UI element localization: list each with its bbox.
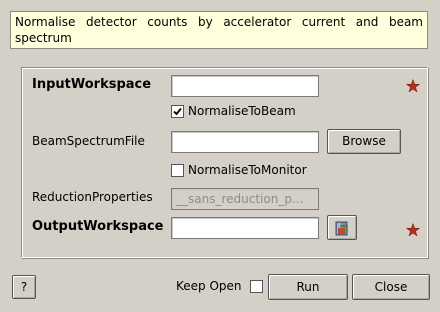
output-workspace-label: OutputWorkspace	[32, 219, 164, 234]
red-star-icon	[406, 79, 420, 93]
close-button[interactable]: Close	[352, 274, 430, 300]
normalise-to-beam-label: NormaliseToBeam	[188, 104, 296, 118]
red-star-icon	[406, 223, 420, 237]
beam-spectrum-file-label: BeamSpectrumFile	[32, 134, 145, 148]
output-workspace-field[interactable]	[171, 217, 319, 239]
keep-open-checkbox[interactable]	[250, 280, 263, 293]
input-workspace-label: InputWorkspace	[32, 77, 152, 92]
run-button[interactable]: Run	[268, 274, 348, 300]
beam-spectrum-file-field[interactable]	[171, 131, 319, 153]
workspace-picker-button[interactable]	[327, 215, 357, 240]
normalise-to-monitor-label: NormaliseToMonitor	[188, 163, 307, 177]
workspace-picker-icon	[335, 221, 348, 236]
reduction-properties-field: __sans_reduction_p...	[171, 188, 319, 210]
help-button[interactable]: ?	[12, 275, 36, 299]
browse-button[interactable]: Browse	[327, 129, 401, 154]
input-workspace-field[interactable]	[171, 75, 319, 97]
reduction-properties-label: ReductionProperties	[32, 190, 153, 204]
normalise-to-beam-checkbox[interactable]	[171, 105, 184, 118]
normalise-to-monitor-checkbox[interactable]	[171, 164, 184, 177]
algorithm-description: Normalise detector counts by accelerator…	[10, 11, 428, 49]
keep-open-label: Keep Open	[176, 279, 242, 293]
